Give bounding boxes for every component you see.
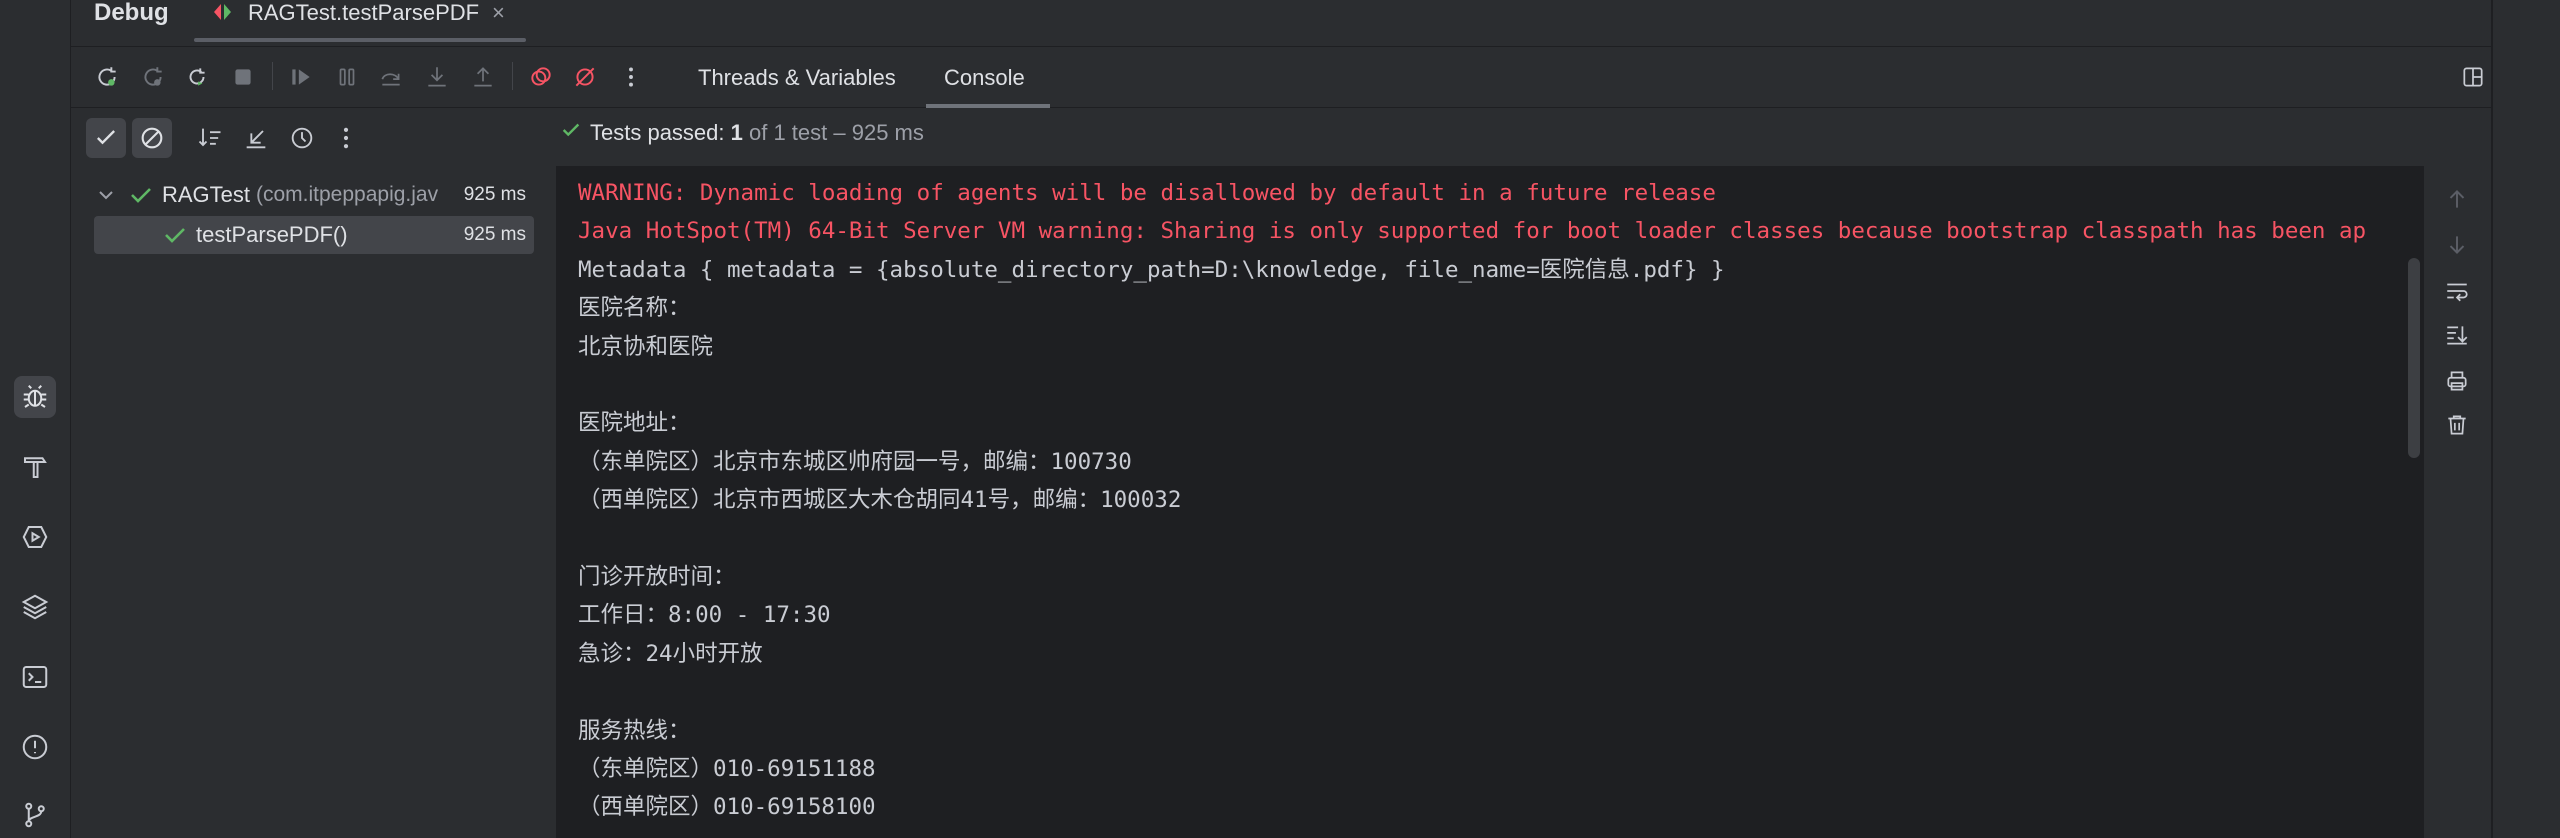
stop-icon <box>226 60 260 94</box>
check-icon <box>560 117 582 151</box>
tree-item-duration: 925 ms <box>463 184 526 205</box>
console-output-line: 服务热线： <box>578 717 691 744</box>
tree-item-duration: 925 ms <box>463 224 526 245</box>
previous-occurrence-icon <box>2440 182 2474 216</box>
tree-item-label: testParsePDF() <box>196 222 348 247</box>
passed-count: 1 <box>730 120 743 145</box>
test-history-icon[interactable] <box>282 118 322 158</box>
console-scrollbar[interactable] <box>2408 258 2420 458</box>
tree-more-icon[interactable] <box>326 118 366 158</box>
status-rest: of 1 test – 925 ms <box>742 120 924 145</box>
tab-threads-variables[interactable]: Threads & Variables <box>698 58 896 98</box>
session-tab-label: RAGTest.testParsePDF <box>248 0 480 25</box>
tree-item-label: RAGTest <box>162 182 251 207</box>
console-output-line: 工作日：8:00 - 17:30 <box>578 602 831 629</box>
console-output-line: （东单院区）北京市东城区帅府园一号，邮编：100730 <box>578 448 1132 475</box>
services-icon[interactable] <box>14 516 56 558</box>
terminal-icon[interactable] <box>14 656 56 698</box>
rerun-failed-icon <box>136 60 170 94</box>
console-error-line: Java HotSpot(TM) 64-Bit Server VM warnin… <box>578 218 2367 245</box>
console-output-line: 医院名称： <box>578 295 691 322</box>
more-icon[interactable] <box>614 60 648 94</box>
console-tab-indicator <box>926 104 1050 108</box>
passed-check-icon <box>164 216 186 266</box>
right-tool-strip <box>2492 0 2560 838</box>
show-passed-icon[interactable] <box>86 118 126 158</box>
tree-item-ragtest[interactable]: RAGTest (com.itpeppapig.jav 925 ms <box>90 176 534 214</box>
layout-settings-icon[interactable] <box>2456 60 2490 94</box>
console-error-line: WARNING: Dynamic loading of agents will … <box>578 180 1716 206</box>
panel-title: Debug <box>94 0 169 26</box>
mute-breakpoints-icon[interactable] <box>568 60 602 94</box>
next-occurrence-icon <box>2440 228 2474 262</box>
rerun-icon[interactable] <box>90 60 124 94</box>
scroll-to-end-icon[interactable] <box>2440 318 2474 352</box>
test-status: Tests passed: 1 of 1 test – 925 ms <box>560 116 924 150</box>
show-ignored-icon[interactable] <box>132 118 172 158</box>
sort-alphabetically-icon[interactable] <box>190 118 230 158</box>
toolbar-separator <box>272 62 273 90</box>
layers-icon[interactable] <box>14 586 56 628</box>
console-output-line: （西单院区）北京市西城区大木仓胡同41号，邮编：100032 <box>578 487 1182 514</box>
step-out-icon <box>466 60 500 94</box>
problems-icon[interactable] <box>14 726 56 768</box>
print-icon[interactable] <box>2440 364 2474 398</box>
step-over-icon <box>374 60 408 94</box>
toolbar-separator <box>512 62 513 90</box>
console-output-line: （西单院区）010-69158100 <box>578 794 876 821</box>
console-output-line: （东单院区）010-69151188 <box>578 756 876 782</box>
session-tab-indicator <box>194 38 526 42</box>
console-output-line: 门诊开放时间： <box>578 564 736 590</box>
console-output-line: Metadata { metadata = {absolute_director… <box>578 256 1725 283</box>
pause-icon <box>330 60 364 94</box>
view-breakpoints-icon[interactable] <box>524 60 558 94</box>
console-output-line: 医院地址： <box>578 410 691 437</box>
resume-icon <box>284 60 318 94</box>
junit-run-icon <box>212 1 238 23</box>
collapse-all-icon[interactable] <box>236 118 276 158</box>
step-into-icon <box>420 60 454 94</box>
console-output-line: 急诊：24小时开放 <box>578 640 763 667</box>
left-tool-strip <box>0 0 71 838</box>
console-output-line: 北京协和医院 <box>578 333 714 360</box>
status-prefix: Tests passed: <box>590 120 731 145</box>
tree-item-package: (com.itpeppapig.jav <box>256 183 439 206</box>
tree-item-testparsepdf[interactable]: testParsePDF() 925 ms <box>94 216 534 254</box>
clear-all-trash-icon[interactable] <box>2440 408 2474 442</box>
build-hammer-icon[interactable] <box>14 446 56 488</box>
tab-console[interactable]: Console <box>944 58 1025 98</box>
debug-bug-icon[interactable] <box>14 376 56 418</box>
git-branch-icon[interactable] <box>14 794 56 836</box>
soft-wrap-icon[interactable] <box>2440 274 2474 308</box>
close-tab-icon[interactable]: × <box>492 0 505 26</box>
console-output[interactable]: WARNING: Dynamic loading of agents will … <box>556 166 2424 838</box>
rerun-automatically-icon[interactable] <box>180 60 214 94</box>
